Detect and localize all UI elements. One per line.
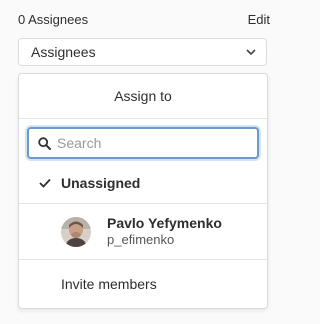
search-input[interactable] bbox=[57, 135, 249, 151]
menu-title: Assign to bbox=[19, 74, 267, 119]
user-name: Pavlo Yefymenko bbox=[107, 215, 222, 231]
dropdown-toggle-label: Assignees bbox=[31, 44, 96, 60]
menu-item-user[interactable]: Pavlo Yefymenko p_efimenko bbox=[19, 204, 267, 260]
assignees-dropdown-toggle[interactable]: Assignees bbox=[18, 38, 267, 66]
assignees-count: 0 Assignees bbox=[18, 11, 89, 27]
menu-item-unassigned[interactable]: Unassigned bbox=[19, 163, 267, 204]
check-icon bbox=[39, 176, 53, 190]
invite-members-link[interactable]: Invite members bbox=[19, 260, 267, 308]
search-container bbox=[19, 119, 267, 159]
avatar bbox=[61, 216, 91, 247]
user-text: Pavlo Yefymenko p_efimenko bbox=[107, 215, 222, 248]
unassigned-label: Unassigned bbox=[61, 175, 141, 191]
search-icon bbox=[37, 136, 51, 150]
assignees-dropdown-menu: Assign to Unassigned bbox=[18, 73, 268, 309]
edit-link[interactable]: Edit bbox=[248, 12, 270, 27]
search-field[interactable] bbox=[27, 127, 259, 159]
user-username: p_efimenko bbox=[107, 232, 175, 247]
chevron-down-icon bbox=[246, 47, 256, 57]
assignees-header: 0 Assignees Edit bbox=[18, 10, 270, 28]
